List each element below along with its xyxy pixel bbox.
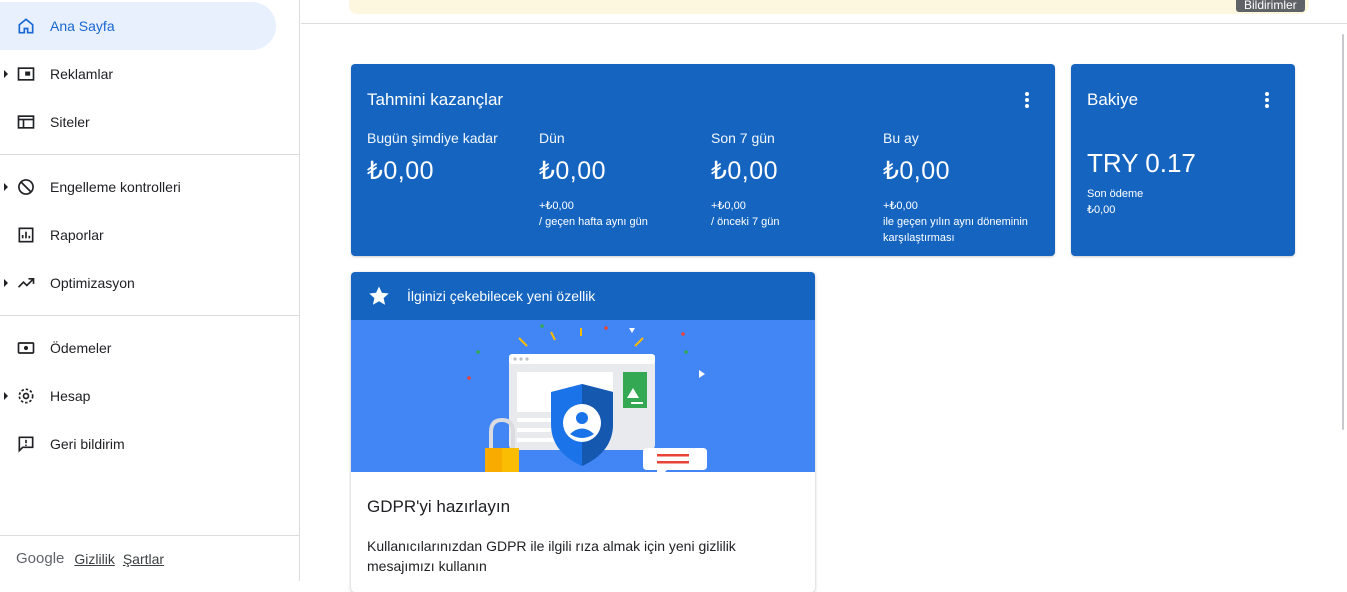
sidebar-item-label: Siteler	[50, 114, 90, 130]
more-vert-icon[interactable]	[1259, 92, 1275, 108]
metric-delta: +₺0,00	[883, 200, 918, 212]
metric-today: Bugün şimdiye kadar ₺0,00	[367, 130, 527, 186]
google-logo: Google	[16, 550, 65, 567]
home-icon	[16, 16, 36, 36]
sidebar-item-payments[interactable]: Ödemeler	[0, 324, 299, 372]
sidebar-item-label: Raporlar	[50, 227, 104, 243]
sidebar-item-reports[interactable]: Raporlar	[0, 211, 299, 259]
sidebar-item-label: Ödemeler	[50, 340, 112, 356]
ads-icon	[16, 64, 36, 84]
metric-last-7-days: Son 7 gün ₺0,00 +₺0,00 / önceki 7 gün	[711, 130, 871, 230]
notification-banner	[349, 0, 1309, 14]
sidebar-item-optimization[interactable]: Optimizasyon	[0, 259, 299, 307]
scrollbar[interactable]	[1342, 34, 1344, 430]
privacy-link[interactable]: Gizlilik	[74, 551, 114, 567]
metric-value: ₺0,00	[367, 157, 435, 185]
metric-delta-note: ile geçen yılın aynı döneminin karşılaşt…	[883, 216, 1028, 244]
feature-header-text: İlginizi çekebilecek yeni özellik	[407, 288, 596, 304]
sidebar: Ana Sayfa Reklamlar Siteler Engelleme ko…	[0, 0, 300, 581]
metric-value: ₺0,00	[711, 157, 779, 185]
metric-label: Bugün şimdiye kadar	[367, 130, 498, 146]
caret-right-icon[interactable]	[4, 279, 8, 287]
estimated-earnings-card: Tahmini kazançlar Bugün şimdiye kadar ₺0…	[351, 64, 1055, 256]
metric-value: ₺0,00	[883, 157, 951, 185]
block-icon	[16, 177, 36, 197]
feature-description: Kullanıcılarınızdan GDPR ile ilgili rıza…	[367, 538, 736, 574]
sidebar-item-label: Optimizasyon	[50, 275, 135, 291]
caret-right-icon[interactable]	[4, 183, 8, 191]
new-feature-card: İlginizi çekebilecek yeni özellik GDPR'y…	[351, 272, 815, 592]
metric-label: Son 7 gün	[711, 130, 775, 146]
sidebar-item-feedback[interactable]: Geri bildirim	[0, 420, 299, 468]
last-payment-label: Son ödeme	[1087, 188, 1144, 200]
sidebar-item-home[interactable]: Ana Sayfa	[0, 2, 276, 50]
caret-right-icon[interactable]	[4, 392, 8, 400]
sidebar-item-label: Ana Sayfa	[50, 18, 115, 34]
top-bar: Bildirimler	[301, 0, 1347, 24]
reports-icon	[16, 225, 36, 245]
sidebar-item-sites[interactable]: Siteler	[0, 98, 299, 146]
last-payment-value: ₺0,00	[1087, 204, 1116, 216]
sidebar-item-account[interactable]: Hesap	[0, 372, 299, 420]
gdpr-illustration	[351, 320, 815, 480]
metric-yesterday: Dün ₺0,00 +₺0,00 / geçen hafta aynı gün	[539, 130, 699, 230]
sidebar-item-label: Geri bildirim	[50, 436, 125, 452]
main-content: Bildirimler Tahmini kazançlar Bugün şimd…	[301, 0, 1347, 592]
metric-label: Dün	[539, 130, 565, 146]
balance-value: TRY 0.17	[1087, 148, 1196, 178]
trending-up-icon	[16, 273, 36, 293]
feature-title[interactable]: GDPR'yi hazırlayın	[367, 497, 510, 517]
gear-icon	[16, 386, 36, 406]
metric-delta: +₺0,00	[711, 200, 746, 212]
feature-header: İlginizi çekebilecek yeni özellik	[351, 272, 815, 320]
metric-delta-note: / önceki 7 gün	[711, 216, 780, 228]
sidebar-item-blocking-controls[interactable]: Engelleme kontrolleri	[0, 163, 299, 211]
sites-icon	[16, 112, 36, 132]
notifications-tooltip: Bildirimler	[1236, 0, 1305, 12]
metric-delta-note: / geçen hafta aynı gün	[539, 216, 648, 228]
card-title: Tahmini kazançlar	[367, 90, 504, 109]
more-vert-icon[interactable]	[1019, 92, 1035, 108]
star-icon	[369, 286, 389, 305]
divider	[0, 154, 299, 155]
sidebar-item-ads[interactable]: Reklamlar	[0, 50, 299, 98]
metric-delta: +₺0,00	[539, 200, 574, 212]
sidebar-item-label: Engelleme kontrolleri	[50, 179, 181, 195]
caret-right-icon[interactable]	[4, 70, 8, 78]
sidebar-item-label: Reklamlar	[50, 66, 114, 82]
payments-icon	[16, 338, 36, 358]
sidebar-item-label: Hesap	[50, 388, 91, 404]
metric-this-month: Bu ay ₺0,00 +₺0,00 ile geçen yılın aynı …	[883, 130, 1048, 246]
divider	[0, 315, 299, 316]
metric-label: Bu ay	[883, 130, 919, 146]
terms-link[interactable]: Şartlar	[123, 551, 164, 567]
sidebar-footer: Google Gizlilik Şartlar	[0, 535, 300, 581]
metric-value: ₺0,00	[539, 157, 607, 185]
balance-card: Bakiye TRY 0.17 Son ödeme ₺0,00	[1071, 64, 1295, 256]
card-title: Bakiye	[1087, 90, 1139, 109]
feedback-icon	[16, 434, 36, 454]
